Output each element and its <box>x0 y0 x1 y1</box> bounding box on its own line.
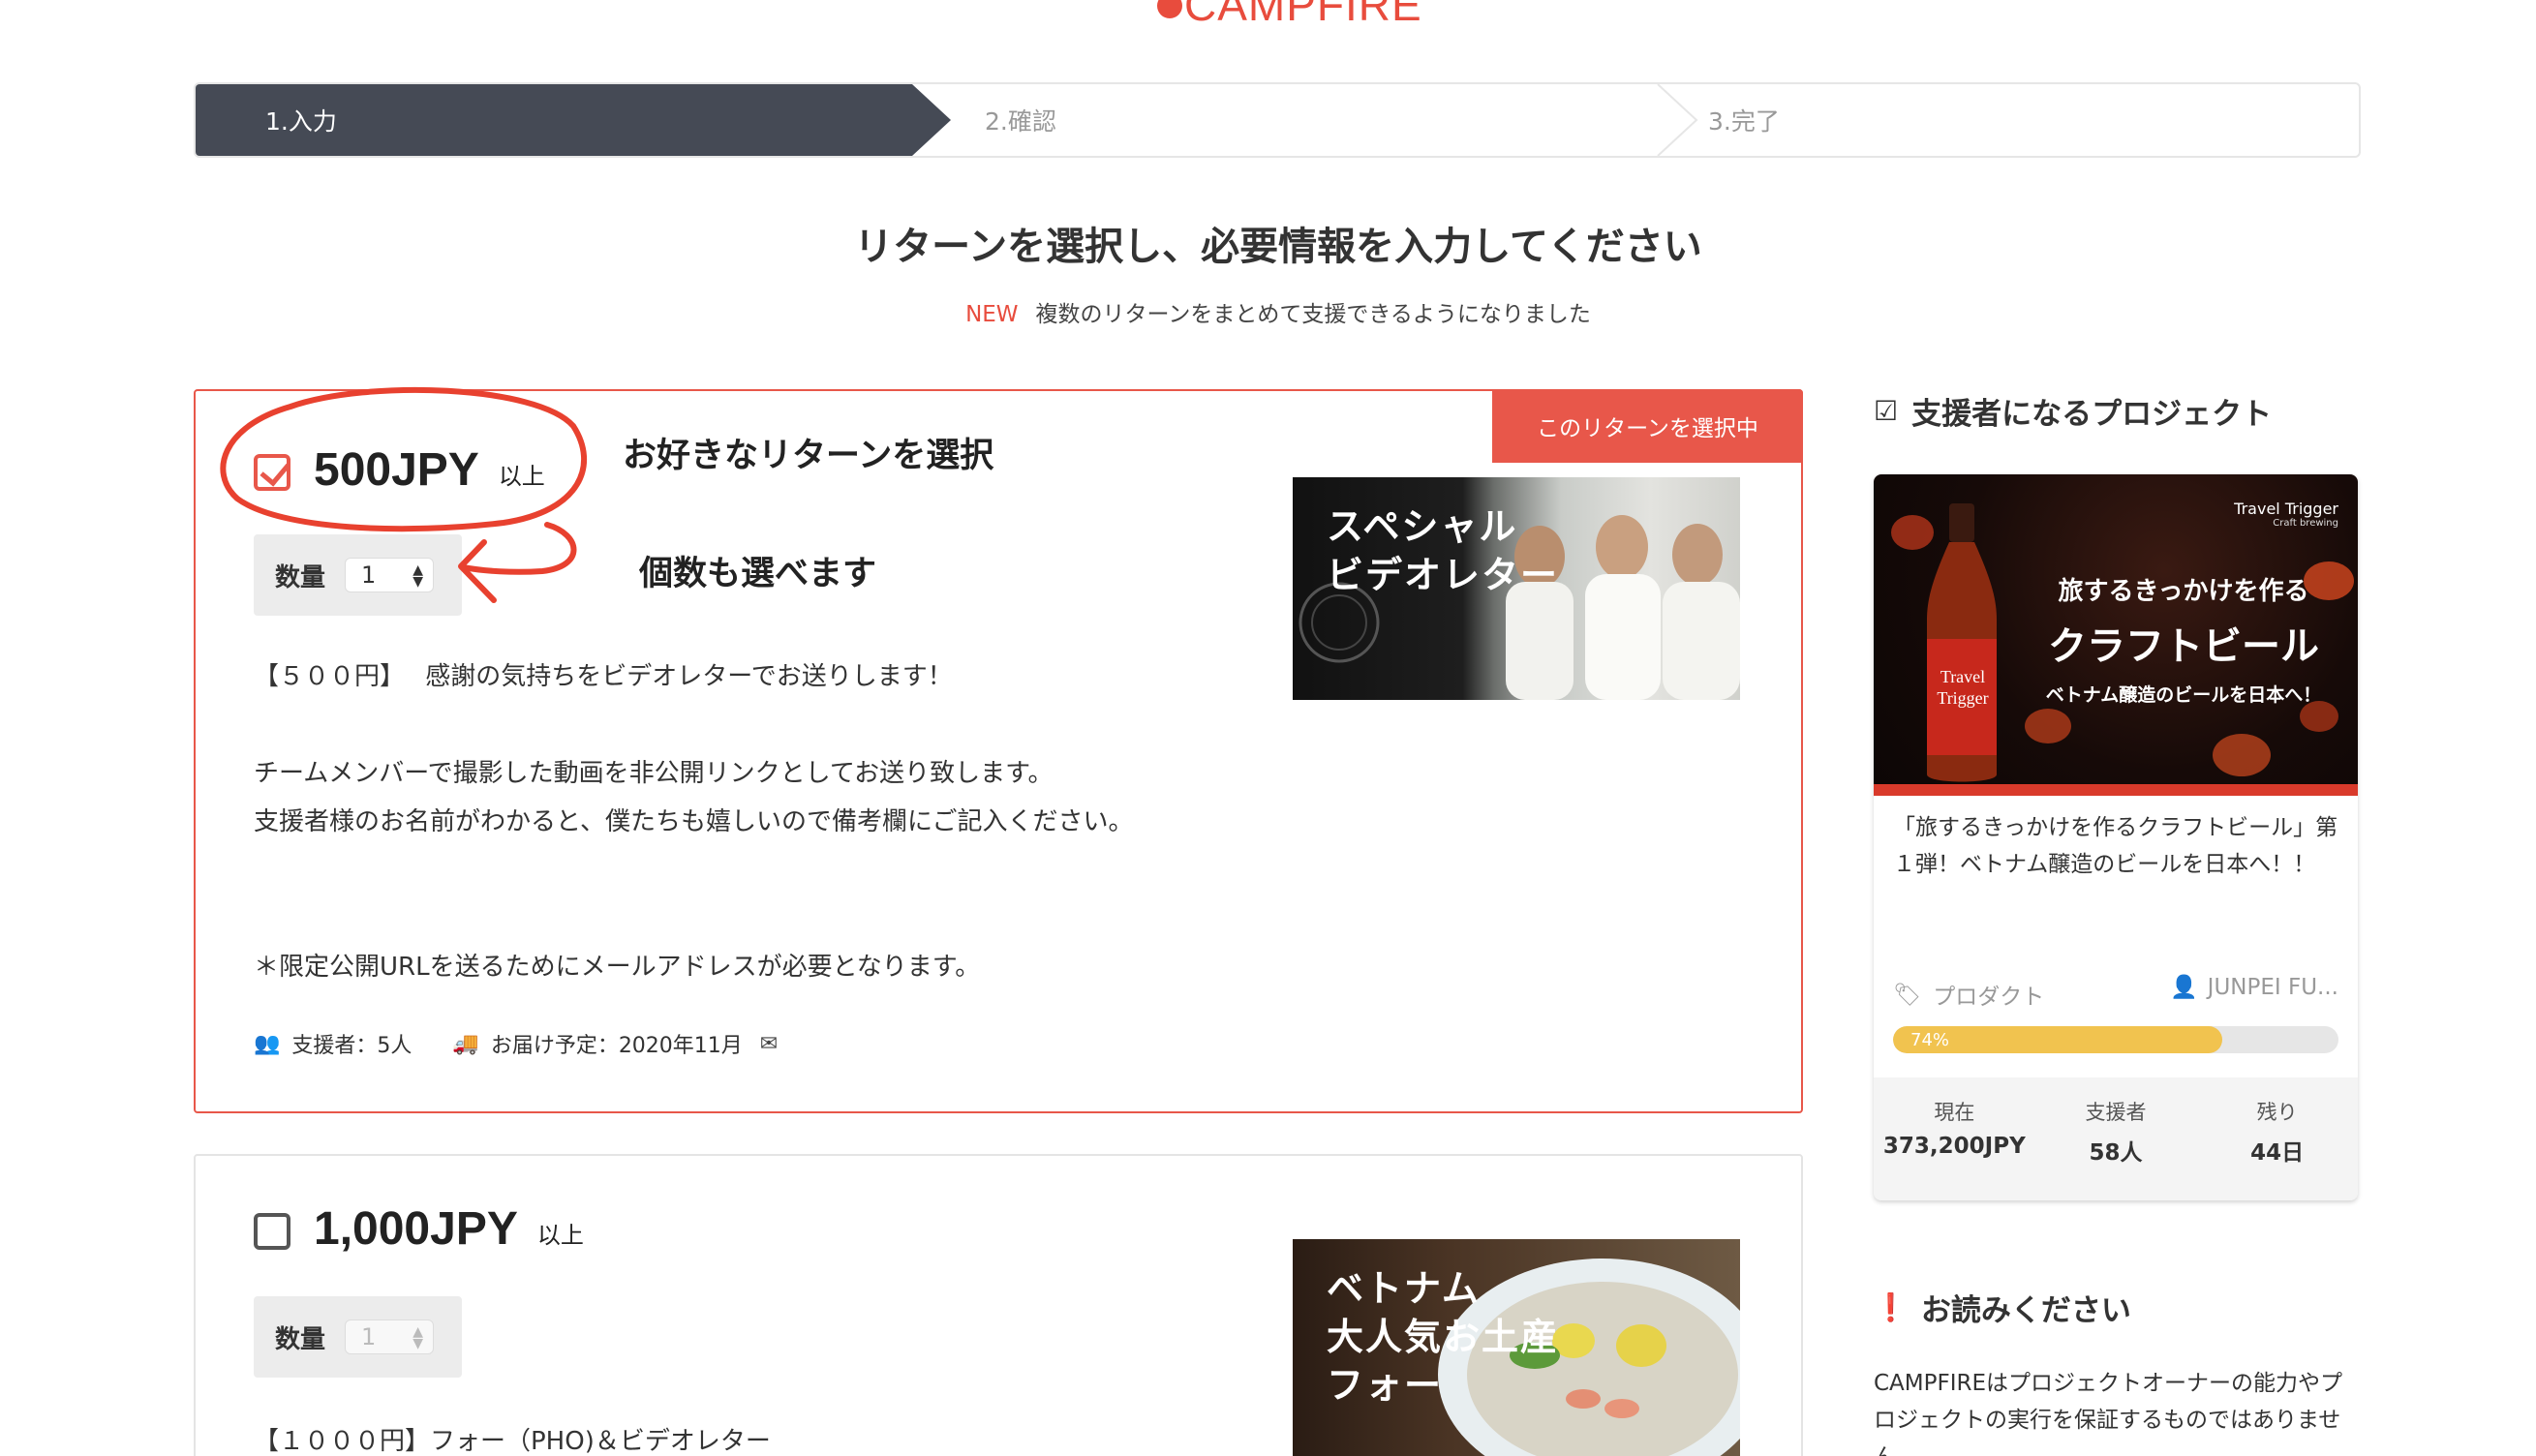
project-stats: 現在 373,200JPY 支援者 58人 残り 44日 <box>1874 1077 2358 1200</box>
project-brand: Travel Trigger <box>2234 500 2338 518</box>
exclamation-circle-icon: ❗ <box>1874 1291 1908 1323</box>
bottle-label-2: Trigger <box>1937 688 1989 708</box>
project-title[interactable]: 「旅するきっかけを作るクラフトビール」第１弾！ベトナム醸造のビールを日本へ！！ <box>1893 809 2338 883</box>
project-owner[interactable]: 👤 JUNPEI FU... <box>2170 974 2338 1001</box>
sidebar-read-text: CAMPFIREはプロジェクトオーナーの能力やプロジェクトの実行を保証するもので… <box>1874 1371 2343 1456</box>
bottle-label-1: Travel <box>1940 667 1986 686</box>
tag-icon: 🏷 <box>1893 982 1922 1008</box>
stat-current: 現在 373,200JPY <box>1882 1101 2026 1159</box>
annotation-select-note: お好きなリターンを選択 <box>623 437 994 475</box>
check-square-icon: ☑ <box>1874 395 1899 427</box>
project-image-line-3: ベトナム醸造のビールを日本へ！ <box>2045 684 2322 706</box>
funding-progress-bar: 74% <box>1893 1026 2338 1053</box>
project-card[interactable]: Travel Trigger Travel Trigger Craft brew… <box>1874 474 2358 1200</box>
project-image-line-1: 旅するきっかけを作る <box>2058 577 2309 606</box>
project-image: Travel Trigger Travel Trigger Craft brew… <box>1874 474 2358 796</box>
stat-remaining: 残り 44日 <box>2250 1101 2305 1166</box>
funding-progress-fill: 74% <box>1893 1026 2223 1053</box>
project-brand-sub: Craft brewing <box>2273 518 2338 529</box>
annotation-circle <box>220 386 588 532</box>
sidebar-project-heading: ☑ 支援者になるプロジェクト <box>1874 395 2273 432</box>
project-image-bar <box>1874 784 2358 796</box>
project-image-line-2: クラフトビール <box>2048 624 2319 669</box>
annotation-qty-note: 個数も選べます <box>639 555 877 593</box>
project-category[interactable]: 🏷 プロダクト <box>1893 978 2044 1011</box>
stat-backers: 支援者 58人 <box>2085 1101 2147 1166</box>
sidebar-read-heading: ❗ お読みください <box>1874 1291 2131 1328</box>
user-icon: 👤 <box>2170 975 2198 1000</box>
